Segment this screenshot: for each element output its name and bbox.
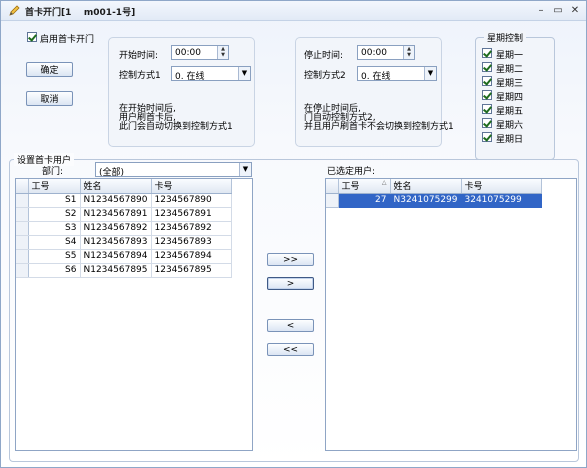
row-indicator-header (16, 179, 29, 194)
department-select[interactable]: (全部) ▼ (95, 162, 252, 178)
stop-mode-select[interactable]: 0. 在线 ▼ (357, 66, 437, 82)
row-indicator (16, 235, 29, 250)
table-row[interactable]: S6 N1234567895 1234567895 (16, 263, 232, 278)
start-time-label: 开始时间: (119, 51, 159, 61)
pencil-icon (9, 5, 20, 16)
start-time-group: 开始时间: 00:00 ▲ ▼ 控制方式1 0. 在线 ▼ 在开始时间后, 用户刷… (108, 37, 255, 147)
table-row[interactable]: S5 N1234567894 1234567894 (16, 249, 232, 264)
weekday-label-sun: 星期日 (496, 135, 524, 145)
window-title: 首卡开门[1 m001-1号] (25, 8, 136, 18)
row-indicator (16, 249, 29, 264)
cell-id: 27 (338, 193, 391, 208)
chevron-down-icon[interactable]: ▼ (239, 163, 251, 176)
selected-users-label: 已选定用户: (327, 167, 376, 177)
row-indicator (16, 193, 29, 208)
cell-card: 1234567891 (151, 207, 232, 222)
minimize-button[interactable]: – (534, 4, 548, 17)
weekday-checkbox-sat[interactable] (482, 118, 492, 128)
col-header-id[interactable]: 工号 △ (338, 179, 391, 194)
add-selected-button[interactable]: > (267, 277, 314, 290)
dialog-content: 启用首卡开门 确定 取消 开始时间: 00:00 ▲ ▼ 控制方式1 0. 在线 … (5, 23, 583, 465)
cell-name: N1234567892 (80, 221, 152, 236)
col-header-card[interactable]: 卡号 (151, 179, 232, 194)
stop-time-group: 停止时间: 00:00 ▲ ▼ 控制方式2 0. 在线 ▼ 在停止时间后, 门自动… (295, 37, 454, 147)
table-row[interactable]: S3 N1234567892 1234567892 (16, 221, 232, 236)
row-indicator (326, 193, 339, 208)
chevron-down-icon[interactable]: ▼ (424, 67, 436, 80)
cell-id: S3 (28, 221, 81, 236)
cell-id: S5 (28, 249, 81, 264)
weekday-group: 星期控制 星期一 星期二 星期三 星期四 星期五 星期六 星期日 (475, 31, 555, 160)
sort-arrow-icon: △ (381, 179, 387, 187)
enable-first-card-checkbox[interactable] (27, 32, 37, 42)
cell-card: 1234567892 (151, 221, 232, 236)
remove-selected-button[interactable]: < (267, 319, 314, 332)
stop-time-label: 停止时间: (304, 51, 344, 61)
cell-card: 3241075299 (461, 193, 542, 208)
table-row[interactable]: S4 N1234567893 1234567893 (16, 235, 232, 250)
weekday-checkbox-wed[interactable] (482, 76, 492, 86)
cell-card: 1234567890 (151, 193, 232, 208)
title-bar: 首卡开门[1 m001-1号] – ▭ ✕ (1, 1, 586, 21)
cell-name: N1234567893 (80, 235, 152, 250)
weekday-label-wed: 星期三 (496, 79, 524, 89)
weekday-checkbox-fri[interactable] (482, 104, 492, 114)
cell-id: S4 (28, 235, 81, 250)
cell-id: S6 (28, 263, 81, 278)
cell-name: N1234567890 (80, 193, 152, 208)
department-label: 部门: (42, 167, 64, 177)
weekday-label-mon: 星期一 (496, 51, 524, 61)
ok-button[interactable]: 确定 (26, 62, 73, 77)
start-mode-select[interactable]: 0. 在线 ▼ (171, 66, 251, 82)
stop-time-input[interactable]: 00:00 ▲ ▼ (357, 45, 415, 60)
col-header-id[interactable]: 工号 (28, 179, 81, 194)
weekday-checkbox-sun[interactable] (482, 132, 492, 142)
row-indicator (16, 221, 29, 236)
row-indicator (16, 263, 29, 278)
start-mode-label: 控制方式1 (119, 71, 161, 81)
cell-name: N1234567895 (80, 263, 152, 278)
add-all-button[interactable]: >> (267, 253, 314, 266)
start-desc-line3: 此门会自动切换到控制方式1 (119, 122, 233, 132)
available-users-grid[interactable]: 工号 姓名 卡号 S1 N1234567890 1234567890 S2 N1… (15, 178, 253, 451)
weekday-checkbox-mon[interactable] (482, 48, 492, 58)
cell-name: N1234567894 (80, 249, 152, 264)
row-indicator-header (326, 179, 339, 194)
cell-id: S1 (28, 193, 81, 208)
weekday-label-fri: 星期五 (496, 107, 524, 117)
row-indicator (16, 207, 29, 222)
weekday-checkbox-thu[interactable] (482, 90, 492, 100)
start-time-input[interactable]: 00:00 ▲ ▼ (171, 45, 229, 60)
weekday-label-sat: 星期六 (496, 121, 524, 131)
maximize-button[interactable]: ▭ (551, 4, 565, 17)
cell-name: N3241075299 (390, 193, 462, 208)
table-row[interactable]: S1 N1234567890 1234567890 (16, 193, 232, 208)
col-header-card[interactable]: 卡号 (461, 179, 542, 194)
weekday-checkbox-tue[interactable] (482, 62, 492, 72)
enable-first-card-label: 启用首卡开门 (40, 35, 95, 45)
table-row[interactable]: 27 N3241075299 3241075299 (326, 193, 542, 208)
first-card-open-window: 首卡开门[1 m001-1号] – ▭ ✕ 启用首卡开门 确定 取消 开始时间:… (0, 0, 587, 468)
cell-card: 1234567895 (151, 263, 232, 278)
spin-arrows-icon[interactable]: ▲ ▼ (217, 46, 228, 59)
selected-users-grid[interactable]: 工号 △ 姓名 卡号 27 N3241075299 3241075299 (325, 178, 577, 451)
cell-card: 1234567894 (151, 249, 232, 264)
stop-desc-line3: 并且用户刷首卡不会切换到控制方式1 (304, 122, 454, 132)
weekday-group-title: 星期控制 (484, 31, 527, 44)
cancel-button[interactable]: 取消 (26, 91, 73, 106)
cell-id: S2 (28, 207, 81, 222)
weekday-label-thu: 星期四 (496, 93, 524, 103)
chevron-down-icon[interactable]: ▼ (238, 67, 250, 80)
table-row[interactable]: S2 N1234567891 1234567891 (16, 207, 232, 222)
cell-card: 1234567893 (151, 235, 232, 250)
col-header-name[interactable]: 姓名 (80, 179, 152, 194)
cell-name: N1234567891 (80, 207, 152, 222)
remove-all-button[interactable]: << (267, 343, 314, 356)
col-header-name[interactable]: 姓名 (390, 179, 462, 194)
weekday-label-tue: 星期二 (496, 65, 524, 75)
spin-arrows-icon[interactable]: ▲ ▼ (403, 46, 414, 59)
stop-mode-label: 控制方式2 (304, 71, 346, 81)
close-button[interactable]: ✕ (568, 4, 582, 17)
